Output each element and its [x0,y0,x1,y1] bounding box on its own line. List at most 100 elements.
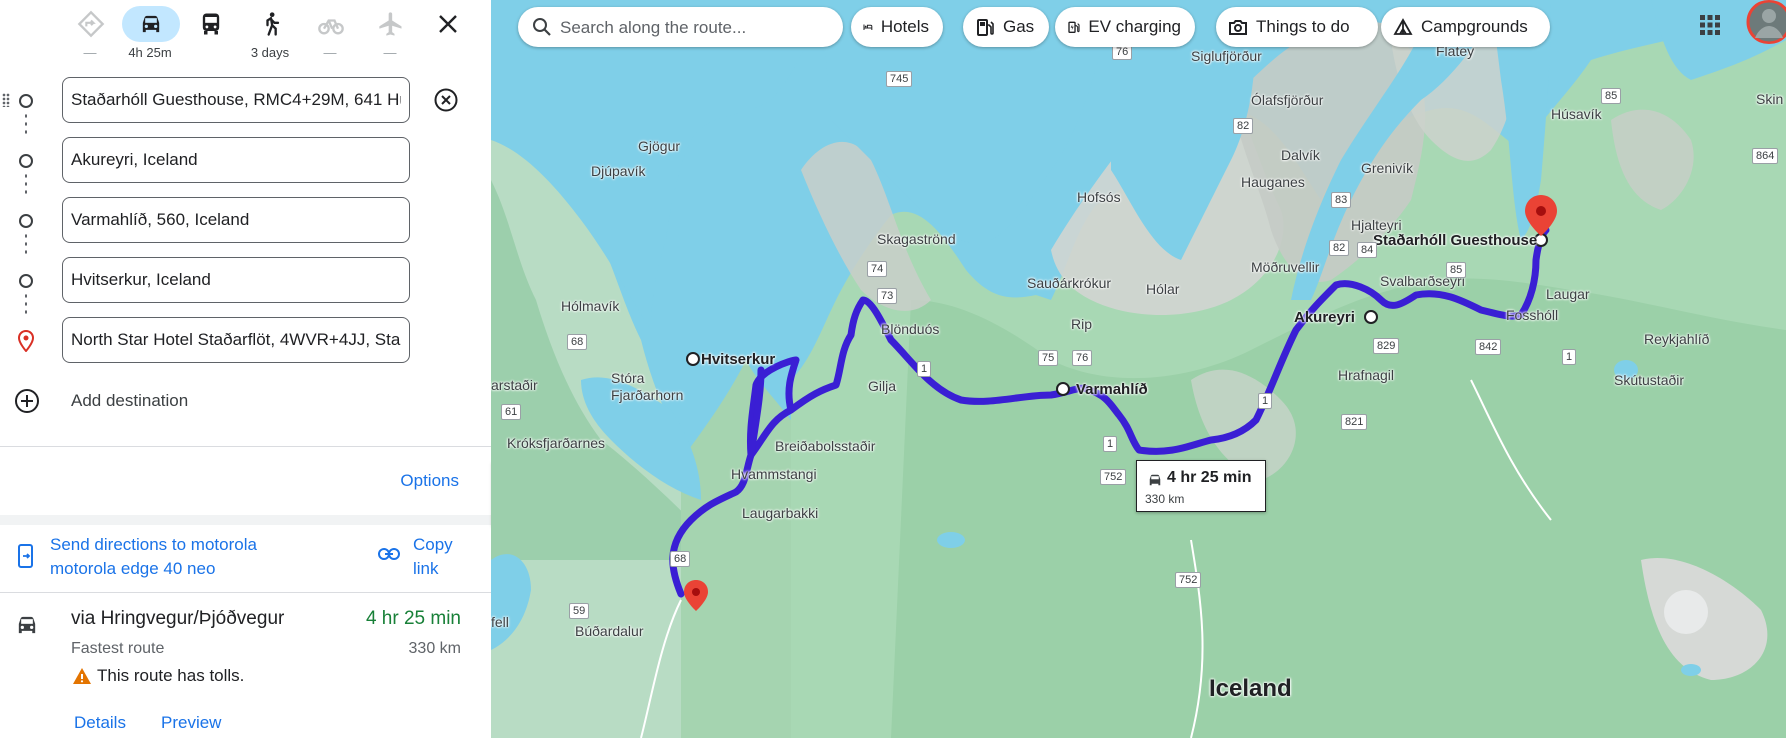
place-label[interactable]: Gilja [868,378,896,394]
place-label[interactable]: Blönduós [881,321,939,337]
airplane-icon [379,12,402,36]
place-label[interactable]: Hólmavík [561,298,619,314]
stop-input-1[interactable] [62,77,410,123]
road-shield: 821 [1341,414,1368,430]
place-label[interactable]: Hauganes [1241,174,1305,190]
options-button[interactable]: Options [400,471,459,491]
stop-row [0,77,491,137]
place-label[interactable]: Möðruvellir [1251,259,1319,275]
place-label[interactable]: Hjalteyri [1351,217,1402,233]
road-shield: 73 [877,288,898,304]
waypoint-circle-icon [19,94,33,108]
place-label[interactable]: Fosshóll [1506,307,1558,323]
tent-icon [1393,18,1413,35]
place-label[interactable]: Gjögur [638,138,680,154]
place-label[interactable]: Búðardalur [575,623,644,639]
chip-gas[interactable]: Gas [963,7,1049,47]
travel-mode-bar: — 4h 25m 3 days — — [60,4,420,62]
place-label[interactable]: Skútustaðir [1614,372,1684,388]
mode-driving-label: 4h 25m [128,45,172,60]
place-label[interactable]: Hólar [1146,281,1179,297]
mode-flights[interactable]: — [360,4,420,62]
remove-stop-icon[interactable] [433,87,459,113]
place-label-stadarholl[interactable]: Staðarhóll Guesthouse [1373,232,1537,249]
place-label[interactable]: Ólafsfjörður [1251,92,1323,108]
place-label[interactable]: Rip [1071,316,1092,332]
stop-input-3[interactable] [62,197,410,243]
car-icon [18,616,36,634]
road-shield: 85 [1446,262,1467,278]
mode-driving[interactable]: 4h 25m [120,4,180,62]
road-shield: 83 [1331,192,1352,208]
account-avatar[interactable] [1745,0,1786,44]
road-shield: 76 [1072,350,1093,366]
road-shield: 864 [1752,148,1779,164]
chip-campgrounds[interactable]: Campgrounds [1381,7,1550,47]
place-label[interactable]: Dalvík [1281,147,1320,163]
road-shield: 752 [1100,469,1127,485]
google-apps-button[interactable] [1693,8,1727,42]
waypoint-circle-icon [19,214,33,228]
place-label[interactable]: Skagaströnd [877,231,956,247]
route-summary-tooltip[interactable]: 4 hr 25 min 330 km [1136,460,1266,512]
preview-button[interactable]: Preview [161,713,221,733]
place-label[interactable]: Sauðárkrókur [1027,275,1111,291]
copy-link-label: Copy link [413,535,453,578]
tooltip-distance: 330 km [1145,492,1185,506]
route-via: via Hringvegur/Þjóðvegur [71,608,285,629]
place-label[interactable]: Djúpavík [591,163,645,179]
place-label[interactable]: Húsavík [1551,106,1602,122]
place-label-varmahlid[interactable]: Varmahlíð [1076,381,1148,398]
road-shield: 82 [1329,240,1350,256]
place-label[interactable]: Grenivík [1361,160,1413,176]
stop-input-2[interactable] [62,137,410,183]
place-label[interactable]: Laugarbakki [742,505,818,521]
gas-station-icon [977,19,994,36]
place-label[interactable]: Laugar [1546,286,1590,302]
route-stops [0,77,491,377]
stop-input-5[interactable] [62,317,410,363]
road-shield: 59 [569,603,590,619]
camera-icon [1229,20,1247,35]
chip-campgrounds-label: Campgrounds [1421,17,1528,36]
place-label[interactable]: Króksfjarðarnes [507,435,605,451]
place-label[interactable]: Siglufjörður [1191,48,1262,64]
apps-grid-icon [1700,15,1720,35]
chip-things-to-do[interactable]: Things to do [1216,7,1378,47]
close-directions-button[interactable] [430,6,466,42]
waypoint-circle-icon [19,154,33,168]
road-shield: 1 [1103,436,1118,452]
road-shield: 75 [1038,350,1059,366]
map-canvas[interactable]: Staðarhóll Guesthouse Akureyri Varmahlíð… [491,0,1786,738]
drag-handle-icon[interactable] [2,93,10,107]
place-label[interactable]: Hofsós [1077,189,1121,205]
place-label[interactable]: Skin [1756,91,1783,107]
details-button[interactable]: Details [74,713,126,733]
place-label[interactable]: arstaðir [491,377,538,393]
search-along-route[interactable] [518,7,843,49]
place-label-akureyri[interactable]: Akureyri [1294,309,1355,326]
chip-hotels[interactable]: Hotels [851,7,943,47]
chip-ev-charging[interactable]: EV charging [1055,7,1195,47]
place-label[interactable]: Breiðabolsstaðir [775,438,875,454]
place-label[interactable]: fell [491,614,509,630]
route-option-card[interactable]: via Hringvegur/Þjóðvegur 4 hr 25 min Fas… [0,592,491,738]
place-label[interactable]: Hrafnagil [1338,367,1394,383]
country-label: Iceland [1209,675,1292,702]
stop-input-4[interactable] [62,257,410,303]
directions-panel: — 4h 25m 3 days — — Staðarhóll Guesthous… [0,0,491,738]
place-label[interactable]: Stóra Fjarðarhorn [611,370,701,404]
warning-icon [73,668,91,684]
send-directions-link[interactable]: Send directions to motorola motorola edg… [50,533,320,581]
walking-icon [266,12,280,36]
road-shield: 61 [501,404,522,420]
copy-link-button[interactable]: Copy link [378,533,478,583]
chip-ev-label: EV charging [1088,17,1181,36]
search-input[interactable] [558,7,832,49]
place-label[interactable]: Hvammstangi [731,466,817,482]
place-label[interactable]: Reykjahlíð [1644,331,1709,347]
chip-things-label: Things to do [1256,17,1350,36]
connector-dots [25,112,27,136]
add-destination-button[interactable]: Add destination [0,383,491,423]
place-label-hvitserkur[interactable]: Hvitserkur [701,351,775,368]
